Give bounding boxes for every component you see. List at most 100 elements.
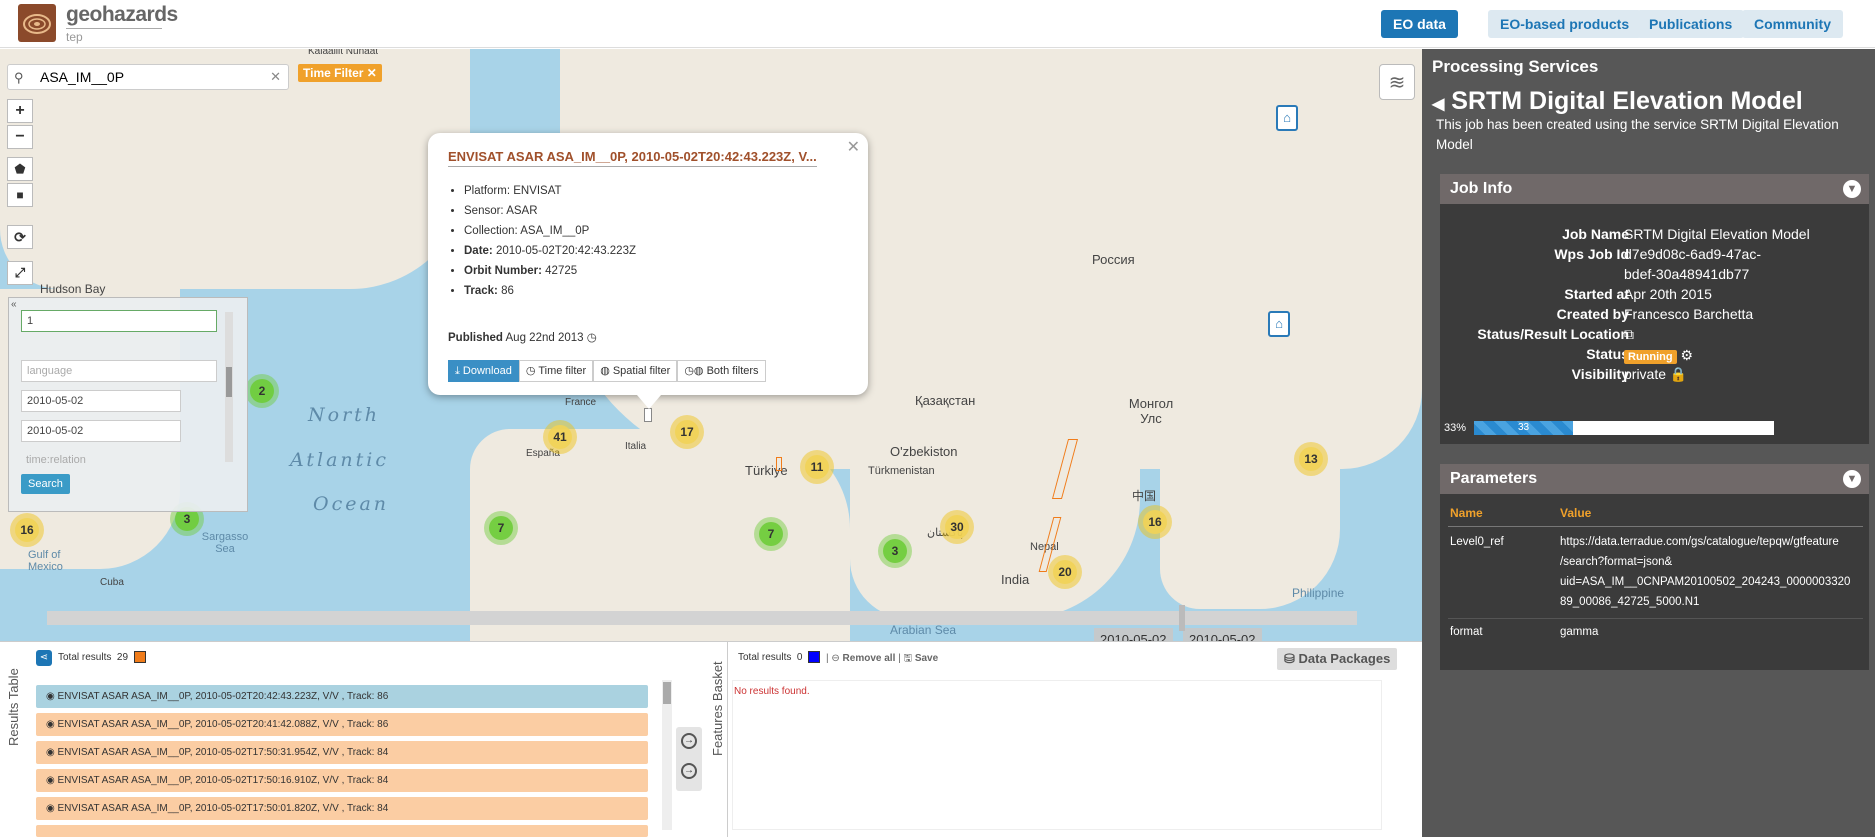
search-button[interactable]: Search <box>21 474 70 494</box>
cluster-marker[interactable]: 16 <box>1138 505 1172 539</box>
nav-community[interactable]: Community <box>1742 10 1843 38</box>
draw-rectangle-icon[interactable]: ■ <box>7 183 33 207</box>
cluster-marker[interactable]: 17 <box>670 415 704 449</box>
refresh-icon[interactable]: ⟳ <box>7 225 33 249</box>
data-packages-button[interactable]: ⛁ Data Packages <box>1277 648 1398 670</box>
basket-empty-message: No results found. <box>734 686 810 697</box>
basket-color-swatch[interactable] <box>808 651 820 663</box>
home-marker-icon[interactable]: ⌂ <box>1268 311 1290 337</box>
time-filter-button[interactable]: ◷ Time filter <box>518 360 594 382</box>
label-arabian: Arabian Sea <box>890 623 957 637</box>
result-row[interactable] <box>36 825 648 837</box>
cluster-marker[interactable]: 7 <box>484 511 518 545</box>
zoom-out-button[interactable]: − <box>7 125 33 149</box>
detail-sensor: Sensor: ASAR <box>464 201 636 221</box>
cluster-marker[interactable]: 11 <box>800 450 834 484</box>
popup-title[interactable]: ENVISAT ASAR ASA_IM__0P, 2010-05-02T20:4… <box>448 149 817 167</box>
both-filters-button[interactable]: ◷◍ Both filters <box>677 360 766 382</box>
job-name-label: Job Name <box>1562 226 1629 242</box>
bottom-panel: Results Table ⋖ Total results 29 ◉ ENVIS… <box>0 641 1428 837</box>
nav-eo-products[interactable]: EO-based products <box>1488 10 1642 38</box>
transfer-controls: → → <box>676 727 702 791</box>
features-basket-tab[interactable]: Features Basket <box>710 656 725 756</box>
cluster-marker[interactable]: 3 <box>878 534 912 568</box>
wps-id-value: d7e9d08c-6ad9-47ac-bdef-30a48941db77 <box>1624 246 1761 282</box>
download-button[interactable]: ⤓ Download <box>448 360 519 382</box>
result-row[interactable]: ◉ ENVISAT ASAR ASA_IM__0P, 2010-05-02T20… <box>36 685 648 708</box>
cluster-marker[interactable]: 7 <box>754 517 788 551</box>
brand-name[interactable]: geohazards <box>66 3 178 27</box>
created-value: Francesco Barchetta <box>1624 306 1754 322</box>
cluster-marker[interactable]: 20 <box>1048 555 1082 589</box>
draw-polygon-icon[interactable]: ⬟ <box>7 157 33 181</box>
job-info-header[interactable]: Job Info ▼ <box>1440 174 1869 204</box>
start-date-input[interactable]: 2010-05-02 <box>21 390 181 412</box>
cluster-marker[interactable]: 13 <box>1294 442 1328 476</box>
close-popup-icon[interactable]: ✕ <box>847 137 860 157</box>
detail-date: Date: 2010-05-02T20:42:43.223Z <box>464 241 636 261</box>
published-date: Published Aug 22nd 2013 ◷ <box>448 332 597 344</box>
footprint-3[interactable] <box>776 457 782 471</box>
result-row[interactable]: ◉ ENVISAT ASAR ASA_IM__0P, 2010-05-02T17… <box>36 741 648 764</box>
layers-icon[interactable]: ≋ <box>1379 64 1415 100</box>
label-ocean: Ocean <box>313 493 390 515</box>
detail-orbit: Orbit Number: 42725 <box>464 261 636 281</box>
end-date-input[interactable]: 2010-05-02 <box>21 420 181 442</box>
external-link-icon[interactable]: ⧉ <box>1624 324 1634 344</box>
results-scrollbar[interactable] <box>662 680 672 830</box>
logo-icon[interactable] <box>18 4 56 42</box>
result-row[interactable]: ◉ ENVISAT ASAR ASA_IM__0P, 2010-05-02T20… <box>36 713 648 736</box>
gear-icon[interactable]: ⚙ <box>1681 347 1694 363</box>
timeline-bar[interactable] <box>47 611 1357 625</box>
nav-publications[interactable]: Publications <box>1637 10 1745 38</box>
cluster-marker[interactable]: 2 <box>245 374 279 408</box>
job-info-card: Job Info ▼ Job Name SRTM Digital Elevatio… <box>1440 174 1869 444</box>
label-sargasso: Sargasso Sea <box>201 531 249 555</box>
results-color-swatch[interactable] <box>134 651 146 663</box>
timeline-start-date[interactable]: 2010-05-02 <box>1094 628 1173 641</box>
filter-scrollbar[interactable] <box>225 312 233 462</box>
cluster-marker[interactable]: 41 <box>543 420 577 454</box>
result-row[interactable]: ◉ ENVISAT ASAR ASA_IM__0P, 2010-05-02T17… <box>36 769 648 792</box>
home-marker-icon[interactable]: ⌂ <box>1276 105 1298 131</box>
filter-input-1[interactable]: 1 <box>21 310 217 332</box>
language-input[interactable]: language <box>21 360 217 382</box>
created-label: Created by <box>1556 306 1629 322</box>
collapse-icon[interactable]: « <box>11 299 17 310</box>
panel-divider <box>727 642 728 837</box>
timeline-end-date[interactable]: 2010-05-02 <box>1183 628 1262 641</box>
wps-id-label: Wps Job Id <box>1554 246 1629 262</box>
arrow-down-icon[interactable]: → <box>681 763 697 779</box>
fullscreen-icon[interactable]: ⤢ <box>7 261 33 285</box>
chevron-down-icon[interactable]: ▼ <box>1843 180 1861 198</box>
share-icon[interactable]: ⋖ <box>36 650 52 666</box>
remove-all-link[interactable]: Remove all <box>843 653 896 664</box>
cluster-marker[interactable]: 16 <box>10 513 44 547</box>
save-link[interactable]: Save <box>915 653 938 664</box>
clock-icon: ◷ <box>586 332 597 344</box>
nav-eo-data[interactable]: EO data <box>1381 10 1458 38</box>
selected-marker-icon[interactable] <box>644 408 652 422</box>
results-total: Total results 29 <box>58 652 129 663</box>
detail-track: Track: 86 <box>464 281 636 301</box>
chevron-down-icon[interactable]: ▼ <box>1843 470 1861 488</box>
label-france: France <box>565 397 597 408</box>
result-row[interactable]: ◉ ENVISAT ASAR ASA_IM__0P, 2010-05-02T17… <box>36 797 648 820</box>
parameters-header[interactable]: Parameters ▼ <box>1440 464 1869 494</box>
back-icon[interactable]: ◀ <box>1432 96 1444 113</box>
search-input[interactable] <box>40 68 270 86</box>
cluster-marker[interactable]: 30 <box>940 510 974 544</box>
visibility-value: private 🔒 <box>1624 366 1688 382</box>
clear-search-icon[interactable]: ✕ <box>270 69 281 85</box>
spatial-filter-button[interactable]: ◍ Spatial filter <box>593 360 678 382</box>
service-title[interactable]: ◀ SRTM Digital Elevation Model <box>1432 87 1803 116</box>
time-filter-badge[interactable]: Time Filter ✕ <box>298 64 382 82</box>
label-china: 中国 <box>1132 489 1157 503</box>
arrow-right-icon[interactable]: → <box>681 733 697 749</box>
timeline-handle[interactable] <box>1179 605 1185 631</box>
label-atlantic: Atlantic <box>290 449 390 471</box>
time-relation-input[interactable]: time:relation <box>21 450 217 472</box>
results-table-tab[interactable]: Results Table <box>6 656 21 746</box>
processing-panel: Processing Services ◀ SRTM Digital Eleva… <box>1422 49 1875 837</box>
zoom-in-button[interactable]: + <box>7 99 33 123</box>
